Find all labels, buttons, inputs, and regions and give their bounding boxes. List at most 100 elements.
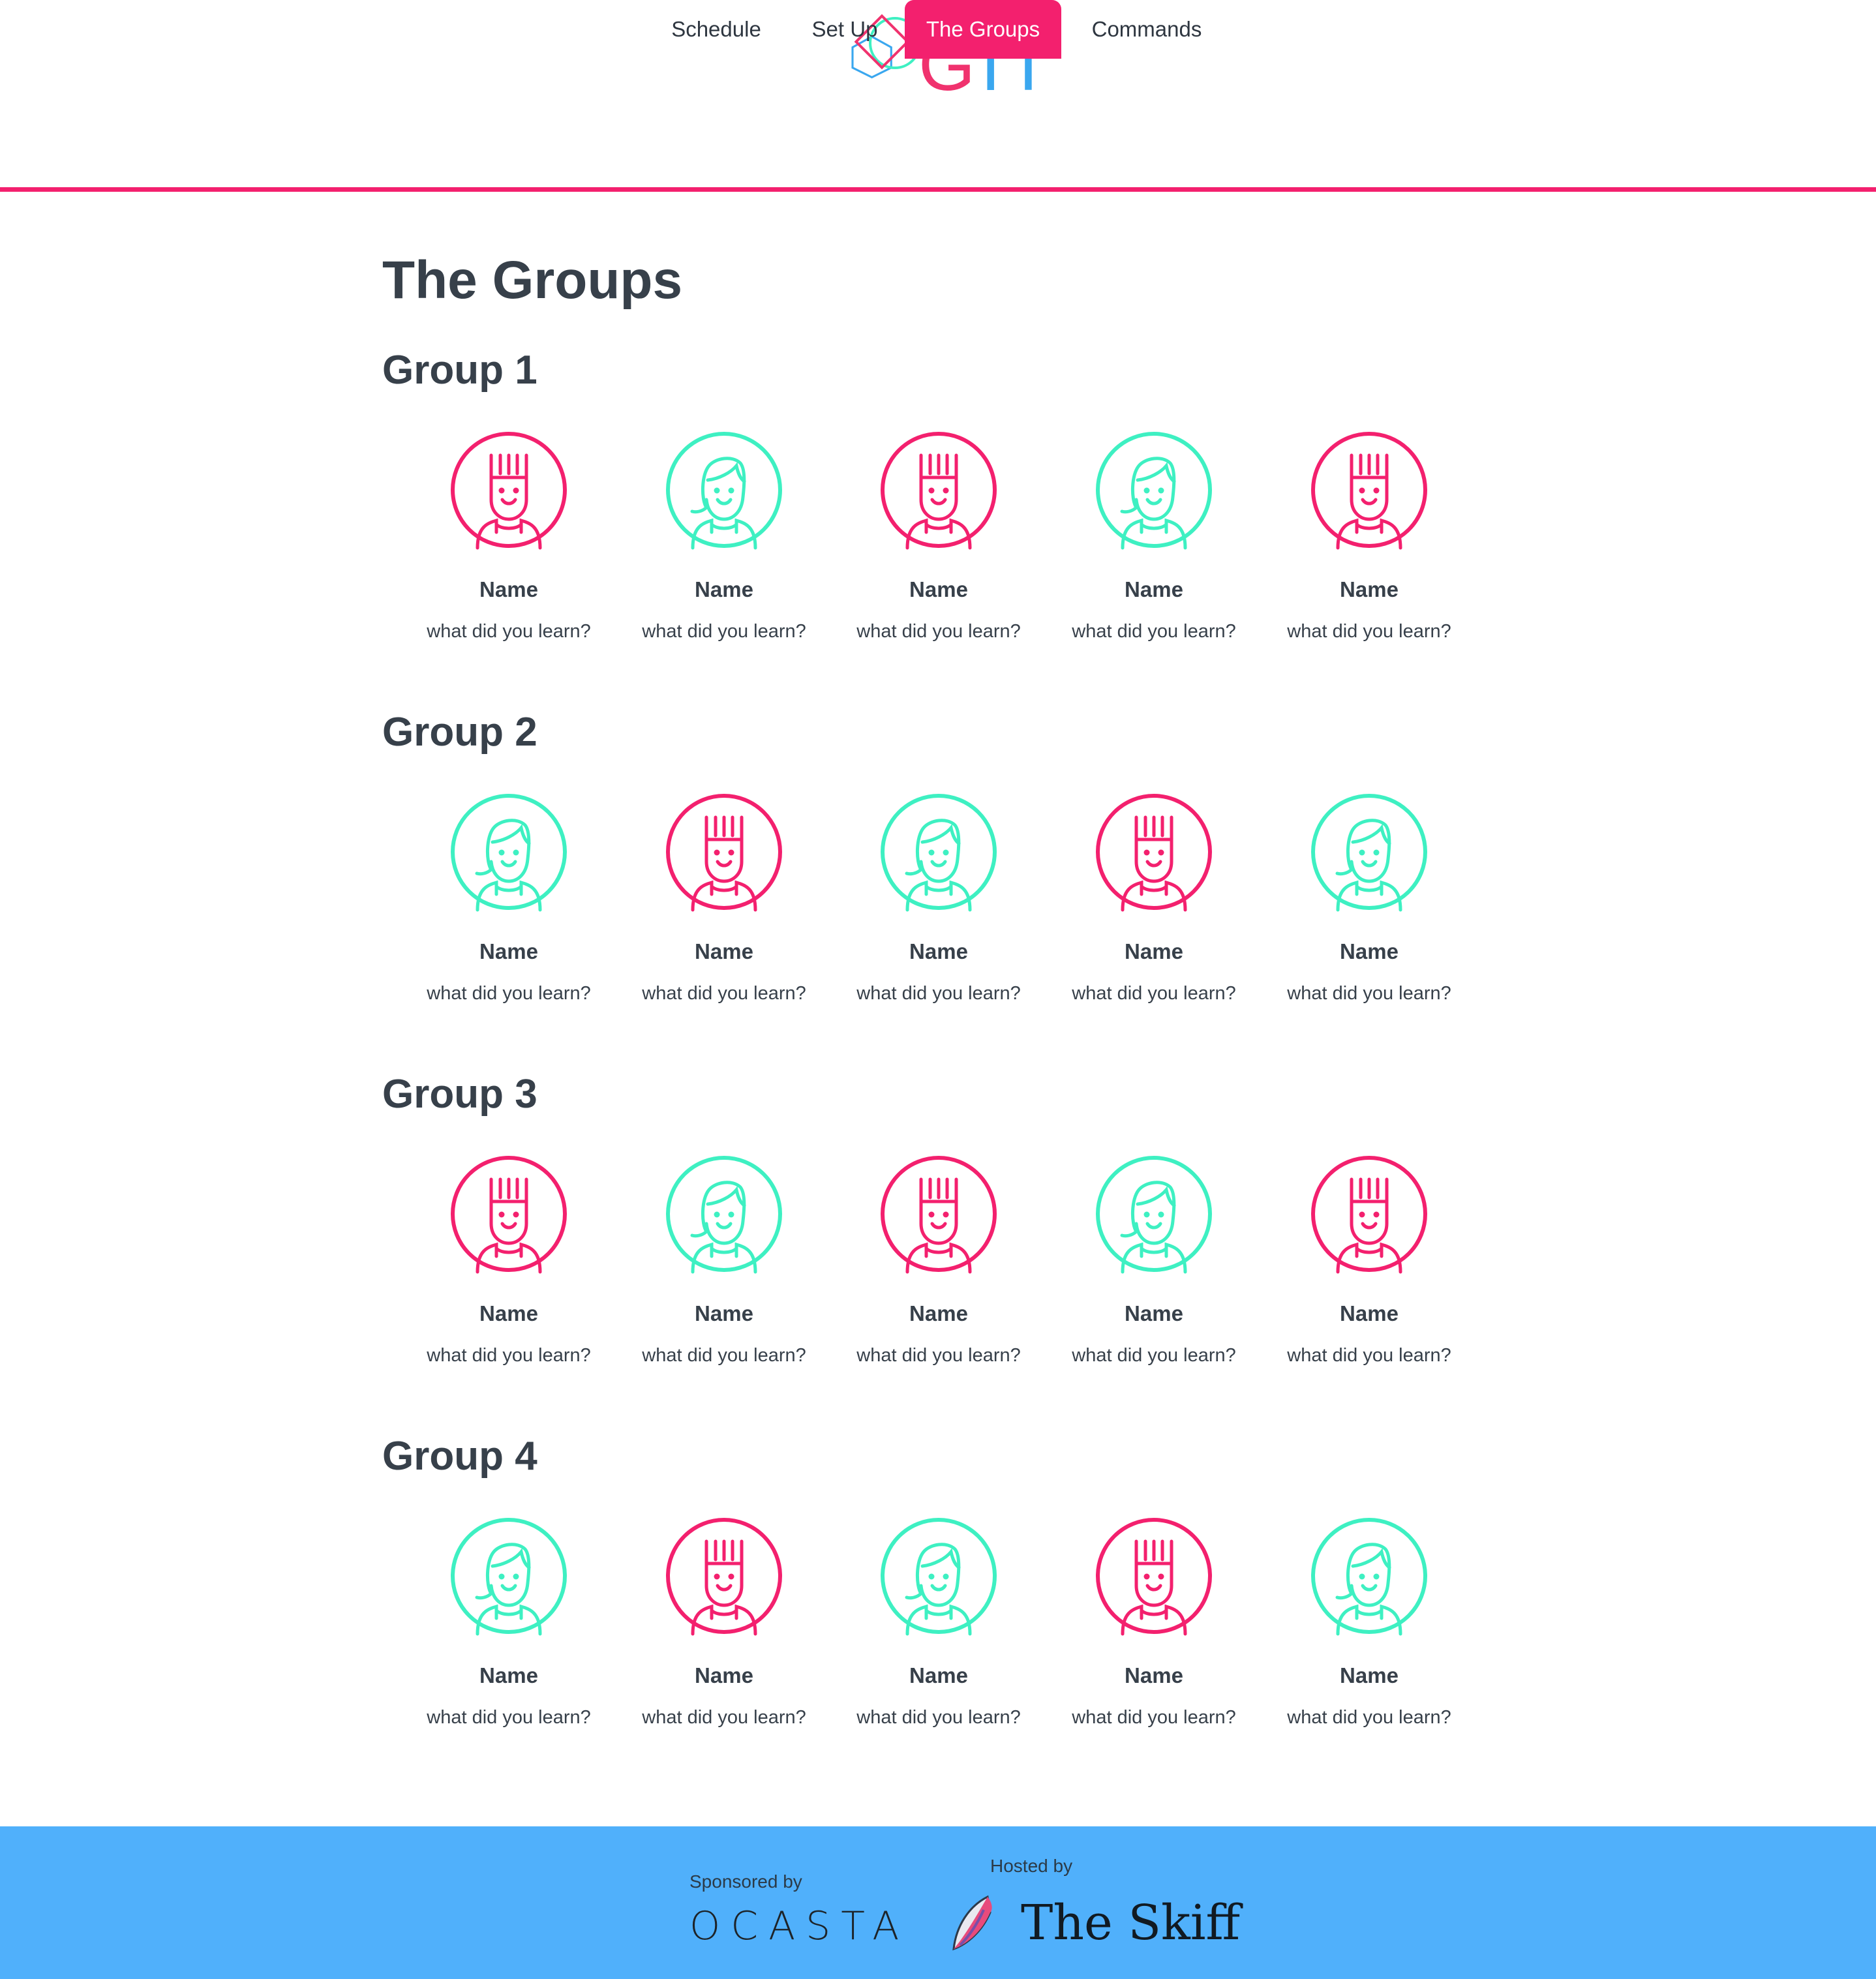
member-card: Name what did you learn? bbox=[1046, 791, 1262, 1026]
member-card: Name what did you learn? bbox=[831, 1515, 1046, 1750]
avatar bbox=[878, 429, 999, 551]
spiky-hair-avatar-icon bbox=[451, 432, 567, 550]
spiky-hair-avatar-icon bbox=[881, 1156, 997, 1274]
site-footer: Sponsored by OCASTA Hosted by The Skiff bbox=[0, 1826, 1876, 1979]
member-card: Name what did you learn? bbox=[616, 1515, 832, 1750]
member-card: Name what did you learn? bbox=[1046, 429, 1262, 664]
member-name: Name bbox=[479, 1301, 538, 1325]
member-card: Name what did you learn? bbox=[401, 429, 616, 664]
avatar bbox=[1093, 429, 1215, 551]
member-name: Name bbox=[695, 1663, 753, 1687]
swept-hair-avatar-icon bbox=[451, 1518, 567, 1636]
host-label: Hosted by bbox=[990, 1856, 1073, 1876]
member-name: Name bbox=[695, 1301, 753, 1325]
group-title: Group 2 bbox=[382, 710, 537, 755]
spiky-hair-avatar-icon bbox=[666, 1518, 782, 1636]
tab-commands[interactable]: Commands bbox=[1075, 0, 1218, 59]
avatar bbox=[448, 791, 569, 913]
member-card: Name what did you learn? bbox=[616, 1153, 832, 1388]
member-card: Name what did you learn? bbox=[1262, 791, 1477, 1026]
avatar bbox=[448, 429, 569, 551]
swept-hair-avatar-icon bbox=[1096, 432, 1212, 550]
group-section: Group 2 Name what did you learn? Name what d… bbox=[0, 708, 1876, 1069]
member-name: Name bbox=[479, 577, 538, 601]
member-learned-text: what did you learn? bbox=[856, 1345, 1021, 1366]
member-learned-text: what did you learn? bbox=[1072, 983, 1236, 1004]
member-name: Name bbox=[909, 1301, 968, 1325]
avatar bbox=[448, 1153, 569, 1275]
member-name: Name bbox=[1125, 939, 1183, 963]
spiky-hair-avatar-icon bbox=[1096, 1518, 1212, 1636]
avatar bbox=[878, 1515, 999, 1637]
member-learned-text: what did you learn? bbox=[1072, 1707, 1236, 1728]
avatar bbox=[878, 791, 999, 913]
avatar bbox=[1093, 791, 1215, 913]
member-name: Name bbox=[479, 939, 538, 963]
member-card: Name what did you learn? bbox=[616, 429, 832, 664]
nav-underline bbox=[0, 187, 1876, 192]
avatar bbox=[663, 429, 785, 551]
member-card: Name what did you learn? bbox=[1262, 429, 1477, 664]
member-learned-text: what did you learn? bbox=[427, 1345, 591, 1366]
swept-hair-avatar-icon bbox=[666, 1156, 782, 1274]
member-name: Name bbox=[479, 1663, 538, 1687]
tab-the-groups[interactable]: The Groups bbox=[905, 0, 1061, 59]
avatar bbox=[878, 1153, 999, 1275]
member-name: Name bbox=[1125, 1301, 1183, 1325]
avatar bbox=[663, 1515, 785, 1637]
member-learned-text: what did you learn? bbox=[1287, 983, 1451, 1004]
swept-hair-avatar-icon bbox=[881, 1518, 997, 1636]
avatar bbox=[1309, 1515, 1430, 1637]
member-learned-text: what did you learn? bbox=[427, 983, 591, 1004]
group-section: Group 3 Name what did you learn? Name what d… bbox=[0, 1070, 1876, 1431]
site-header: GIT Schedule Set Up The Groups Commands bbox=[0, 0, 1876, 192]
member-card: Name what did you learn? bbox=[401, 1153, 616, 1388]
member-name: Name bbox=[1340, 1301, 1399, 1325]
sponsor-logo[interactable]: OCASTA bbox=[689, 1903, 909, 1949]
group-section: Group 1 Name what did you learn? Name what d… bbox=[0, 346, 1876, 707]
avatar bbox=[1309, 1153, 1430, 1275]
avatar bbox=[663, 791, 785, 913]
member-name: Name bbox=[695, 577, 753, 601]
member-learned-text: what did you learn? bbox=[856, 1707, 1021, 1728]
member-name: Name bbox=[695, 939, 753, 963]
member-card: Name what did you learn? bbox=[831, 1153, 1046, 1388]
member-learned-text: what did you learn? bbox=[1072, 621, 1236, 642]
member-card: Name what did you learn? bbox=[1046, 1153, 1262, 1388]
swept-hair-avatar-icon bbox=[451, 794, 567, 912]
member-card: Name what did you learn? bbox=[831, 429, 1046, 664]
page-title: The Groups bbox=[382, 250, 683, 310]
swept-hair-avatar-icon bbox=[666, 432, 782, 550]
skiff-boat-icon bbox=[952, 1895, 992, 1951]
spiky-hair-avatar-icon bbox=[1311, 1156, 1427, 1274]
spiky-hair-avatar-icon bbox=[451, 1156, 567, 1274]
member-learned-text: what did you learn? bbox=[856, 621, 1021, 642]
member-learned-text: what did you learn? bbox=[1287, 1345, 1451, 1366]
member-learned-text: what did you learn? bbox=[642, 1345, 806, 1366]
avatar bbox=[448, 1515, 569, 1637]
group-title: Group 4 bbox=[382, 1434, 537, 1479]
group-section: Group 4 Name what did you learn? Name what d… bbox=[0, 1432, 1876, 1793]
member-learned-text: what did you learn? bbox=[642, 983, 806, 1004]
member-learned-text: what did you learn? bbox=[1072, 1345, 1236, 1366]
member-name: Name bbox=[1340, 1663, 1399, 1687]
tab-schedule[interactable]: Schedule bbox=[654, 0, 779, 59]
member-name: Name bbox=[1125, 577, 1183, 601]
swept-hair-avatar-icon bbox=[881, 794, 997, 912]
member-name: Name bbox=[909, 1663, 968, 1687]
member-card: Name what did you learn? bbox=[1262, 1515, 1477, 1750]
swept-hair-avatar-icon bbox=[1311, 1518, 1427, 1636]
avatar bbox=[1309, 791, 1430, 913]
avatar bbox=[663, 1153, 785, 1275]
member-learned-text: what did you learn? bbox=[427, 1707, 591, 1728]
member-learned-text: what did you learn? bbox=[427, 621, 591, 642]
spiky-hair-avatar-icon bbox=[1311, 432, 1427, 550]
tab-set-up[interactable]: Set Up bbox=[794, 0, 895, 59]
host-logo[interactable]: The Skiff bbox=[1021, 1896, 1240, 1950]
member-name: Name bbox=[1340, 577, 1399, 601]
spiky-hair-avatar-icon bbox=[881, 432, 997, 550]
member-card: Name what did you learn? bbox=[401, 791, 616, 1026]
member-learned-text: what did you learn? bbox=[642, 1707, 806, 1728]
group-title: Group 1 bbox=[382, 348, 537, 393]
swept-hair-avatar-icon bbox=[1311, 794, 1427, 912]
